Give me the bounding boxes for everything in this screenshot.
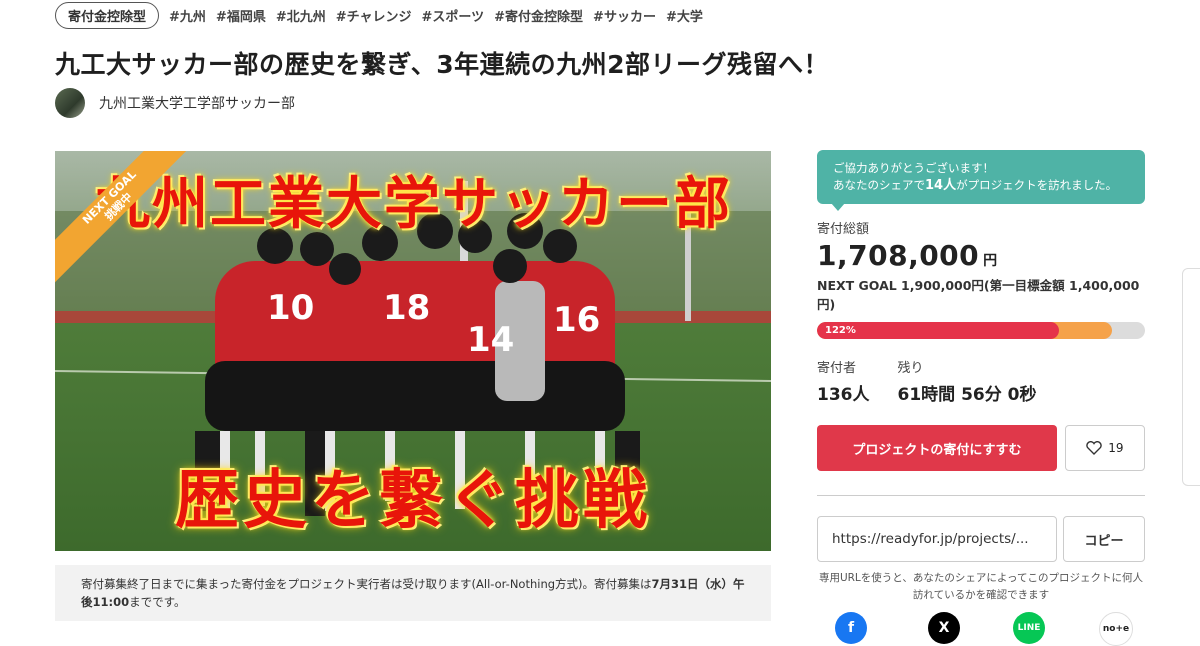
hashtag-university[interactable]: #大学 bbox=[666, 6, 703, 25]
x-icon[interactable]: X bbox=[928, 612, 960, 644]
jersey-number: 18 bbox=[383, 288, 430, 328]
heart-icon bbox=[1086, 441, 1102, 455]
copy-button[interactable]: コピー bbox=[1063, 516, 1145, 562]
donate-button[interactable]: プロジェクトの寄付にすすむ bbox=[817, 425, 1057, 471]
next-goal-text: NEXT GOAL 1,900,000円(第一目標金額 1,400,000円) bbox=[817, 278, 1140, 312]
notice-text-after: までです。 bbox=[129, 595, 186, 609]
share-url-note: 専用URLを使うと、あなたのシェアによってこのプロジェクトに何人訪れているかを確… bbox=[818, 572, 1144, 601]
thanks-post: がプロジェクトを訪れました。 bbox=[956, 178, 1118, 192]
jersey-number: 14 bbox=[467, 320, 514, 360]
side-floating-panel[interactable] bbox=[1182, 268, 1200, 486]
funding-notice: 寄付募集終了日までに集まった寄付金をプロジェクト実行者は受け取ります(All-o… bbox=[55, 565, 771, 621]
hashtag-sports[interactable]: #スポーツ bbox=[422, 6, 485, 25]
progress-bar: 122% bbox=[817, 322, 1145, 339]
remaining-label: 残り bbox=[897, 361, 924, 376]
like-button[interactable]: 19 bbox=[1064, 425, 1145, 471]
divider bbox=[817, 495, 1145, 496]
share-thanks-banner: ご協力ありがとうございます！ あなたのシェアで14人がプロジェクトを訪れました。 bbox=[817, 150, 1145, 211]
owner-avatar[interactable] bbox=[55, 88, 85, 118]
project-title: 九工大サッカー部の歴史を繋ぎ、3年連続の九州2部リーグ残留へ！ bbox=[55, 50, 830, 79]
hashtag-kitakyushu[interactable]: #北九州 bbox=[276, 6, 326, 25]
hashtag-tax-deduction[interactable]: #寄付金控除型 bbox=[494, 6, 583, 25]
stats-row: 寄付者 136人 残り 61時間 56分 0秒 bbox=[817, 357, 1145, 405]
total-unit: 円 bbox=[983, 253, 998, 269]
project-owner[interactable]: 九州工業大学工学部サッカー部 bbox=[55, 88, 295, 118]
funding-sidebar: ご協力ありがとうございます！ あなたのシェアで14人がプロジェクトを訪れました。… bbox=[817, 150, 1145, 604]
hashtag-fukuoka[interactable]: #福岡県 bbox=[216, 6, 266, 25]
supporters-stat: 寄付者 136人 bbox=[817, 357, 870, 405]
total-amount: 1,708,000 bbox=[817, 239, 980, 272]
tag-bar: 寄付金控除型 #九州 #福岡県 #北九州 #チャレンジ #スポーツ #寄付金控除… bbox=[55, 2, 703, 29]
hero-title-bottom: 歴史を繋ぐ挑戦 bbox=[175, 463, 651, 538]
supporters-label: 寄付者 bbox=[817, 361, 857, 376]
remaining-value: 61時間 56分 0秒 bbox=[897, 385, 1037, 405]
progress-fill-first-goal: 122% bbox=[817, 322, 1059, 339]
notice-text-before: 寄付募集終了日までに集まった寄付金をプロジェクト実行者は受け取ります(All-o… bbox=[81, 577, 652, 591]
progress-label: 122% bbox=[825, 325, 856, 336]
hero-image: 10 18 14 16 九州工業大学サッカー部 歴史を繋ぐ挑戦 NEXT GOA… bbox=[55, 151, 771, 551]
jersey-number: 16 bbox=[553, 300, 600, 340]
note-icon[interactable]: no+e bbox=[1099, 612, 1133, 646]
hashtag-challenge[interactable]: #チャレンジ bbox=[336, 6, 412, 25]
thanks-line1: ご協力ありがとうございます！ bbox=[833, 161, 994, 175]
total-label: 寄付総額 bbox=[817, 222, 870, 237]
supporters-value: 136人 bbox=[817, 385, 870, 405]
remaining-stat: 残り 61時間 56分 0秒 bbox=[898, 357, 1037, 405]
share-url-field[interactable]: https://readyfor.jp/projects/... bbox=[817, 516, 1057, 562]
thanks-pre: あなたのシェアで bbox=[833, 178, 925, 192]
hashtag-soccer[interactable]: #サッカー bbox=[593, 6, 656, 25]
share-url-row: https://readyfor.jp/projects/... コピー bbox=[817, 516, 1145, 562]
category-tag[interactable]: 寄付金控除型 bbox=[55, 2, 160, 29]
thanks-line2: あなたのシェアで14人がプロジェクトを訪れました。 bbox=[833, 177, 1129, 194]
social-share-row: f X LINE no+e bbox=[835, 612, 1133, 646]
facebook-icon[interactable]: f bbox=[835, 612, 867, 644]
hashtag-kyushu[interactable]: #九州 bbox=[169, 6, 206, 25]
total-amount-row: 1,708,000 円 bbox=[817, 239, 1145, 272]
jersey-number: 10 bbox=[267, 288, 314, 328]
line-icon[interactable]: LINE bbox=[1013, 612, 1045, 644]
thanks-count: 14人 bbox=[925, 178, 957, 193]
action-row: プロジェクトの寄付にすすむ 19 bbox=[817, 425, 1145, 471]
like-count: 19 bbox=[1108, 441, 1124, 455]
owner-name[interactable]: 九州工業大学工学部サッカー部 bbox=[99, 93, 295, 113]
